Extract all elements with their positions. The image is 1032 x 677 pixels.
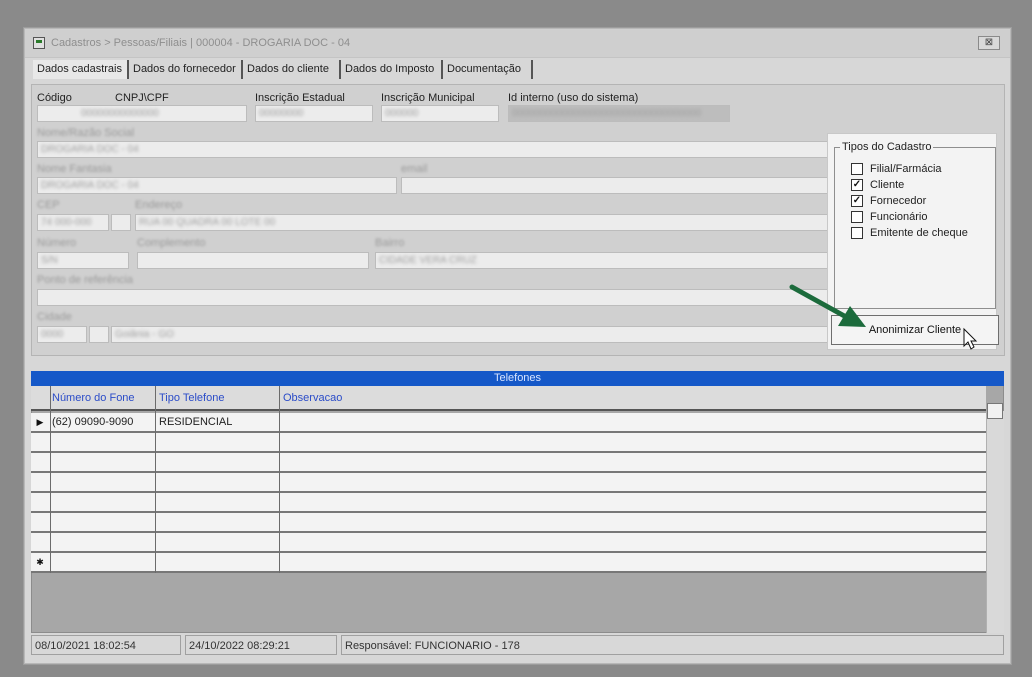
- tipos-cadastro-title: Tipos do Cadastro: [840, 141, 934, 153]
- cidade-search-button[interactable]: [89, 326, 109, 343]
- nome-field[interactable]: DROGARIA DOC - 04: [37, 141, 829, 158]
- table-row[interactable]: [31, 473, 986, 493]
- phone-number-cell[interactable]: (62) 09090-9090: [52, 416, 133, 428]
- telefones-title: Telefones: [31, 371, 1004, 386]
- tab-dados-cliente[interactable]: Dados do cliente: [243, 60, 341, 79]
- id-interno-label: Id interno (uso do sistema): [508, 92, 639, 104]
- created-timestamp: 08/10/2021 18:02:54: [31, 635, 181, 655]
- cidade-field[interactable]: Goiânia - GO: [111, 326, 829, 343]
- cep-label: CEP: [37, 199, 60, 211]
- vertical-scrollbar[interactable]: [986, 411, 1004, 633]
- checkmark-icon[interactable]: ✓: [851, 195, 863, 207]
- column-divider[interactable]: [279, 386, 280, 573]
- cidade-label: Cidade: [37, 311, 72, 323]
- table-row[interactable]: [31, 493, 986, 513]
- im-field[interactable]: 000000: [381, 105, 499, 122]
- phone-type-cell[interactable]: RESIDENCIAL: [159, 416, 232, 428]
- new-row-icon: ✱: [36, 557, 44, 567]
- email-label: email: [401, 163, 428, 175]
- anonimizar-cliente-button[interactable]: Anonimizar Cliente: [831, 315, 999, 345]
- tab-documentacao[interactable]: Documentação: [443, 60, 533, 79]
- cadastro-window: Cadastros > Pessoas/Filiais | 000004 - D…: [24, 28, 1011, 664]
- id-interno-field: 0000000000000000000000000000000000: [508, 105, 730, 122]
- scrollbar-thumb[interactable]: [987, 403, 1003, 419]
- cidade-code-field[interactable]: 0000: [37, 326, 87, 343]
- status-bar: 08/10/2021 18:02:54 24/10/2022 08:29:21 …: [31, 635, 1004, 657]
- column-divider: [50, 386, 51, 573]
- codigo-cnpj-field[interactable]: 00000000000000: [37, 105, 247, 122]
- table-row[interactable]: [31, 433, 986, 453]
- cep-field[interactable]: 74 000-000: [37, 214, 109, 231]
- table-row[interactable]: [31, 453, 986, 473]
- im-label: Inscrição Municipal: [381, 92, 475, 104]
- checkbox-box[interactable]: [851, 211, 863, 223]
- endereco-label: Endereço: [135, 199, 183, 211]
- complemento-field[interactable]: [137, 252, 369, 269]
- modified-timestamp: 24/10/2022 08:29:21: [185, 635, 337, 655]
- tab-dados-imposto[interactable]: Dados do Imposto: [341, 60, 443, 79]
- tab-dados-fornecedor[interactable]: Dados do fornecedor: [129, 60, 243, 79]
- checkmark-icon[interactable]: ✓: [851, 179, 863, 191]
- bairro-label: Bairro: [375, 237, 405, 249]
- table-row[interactable]: [31, 513, 986, 533]
- column-header-tipo[interactable]: Tipo Telefone: [159, 392, 224, 404]
- new-table-row[interactable]: ✱: [31, 553, 986, 573]
- ie-label: Inscrição Estadual: [255, 92, 345, 104]
- current-row-icon: ▶: [36, 417, 44, 427]
- email-field[interactable]: [401, 177, 829, 194]
- table-row[interactable]: ▶ (62) 09090-9090 RESIDENCIAL: [31, 413, 986, 433]
- column-header-observacao[interactable]: Observacao: [283, 392, 342, 404]
- ie-field[interactable]: 00000000: [255, 105, 373, 122]
- column-header-numero[interactable]: Número do Fone: [52, 392, 135, 404]
- numero-label: Número: [37, 237, 77, 249]
- window-title: Cadastros > Pessoas/Filiais | 000004 - D…: [51, 37, 351, 49]
- referencia-field[interactable]: [37, 289, 829, 306]
- endereco-field[interactable]: RUA 00 QUADRA 00 LOTE 00: [135, 214, 829, 231]
- nome-label: Nome/Razão Social: [37, 127, 135, 139]
- app-icon: [33, 37, 45, 49]
- close-button[interactable]: ⊠: [978, 36, 1000, 50]
- title-bar[interactable]: Cadastros > Pessoas/Filiais | 000004 - D…: [25, 29, 1010, 58]
- codigo-label: Código: [37, 92, 72, 104]
- fantasia-label: Nome Fantasia: [37, 163, 112, 175]
- column-divider[interactable]: [155, 386, 156, 573]
- referencia-label: Ponto de referência: [37, 274, 134, 286]
- bairro-field[interactable]: CIDADE VERA CRUZ: [375, 252, 829, 269]
- fantasia-field[interactable]: DROGARIA DOC - 04: [37, 177, 397, 194]
- cnpj-label: CNPJ\CPF: [115, 92, 169, 104]
- checkbox-box[interactable]: [851, 163, 863, 175]
- checkbox-box[interactable]: [851, 227, 863, 239]
- numero-field[interactable]: S/N: [37, 252, 129, 269]
- table-row[interactable]: [31, 533, 986, 553]
- complemento-label: Complemento: [137, 237, 206, 249]
- telefones-header: Número do Fone Tipo Telefone Observacao: [31, 386, 986, 411]
- cep-search-button[interactable]: [111, 214, 131, 231]
- tab-dados-cadastrais[interactable]: Dados cadastrais: [33, 60, 129, 79]
- responsavel-status: Responsável: FUNCIONARIO - 178: [341, 635, 1004, 655]
